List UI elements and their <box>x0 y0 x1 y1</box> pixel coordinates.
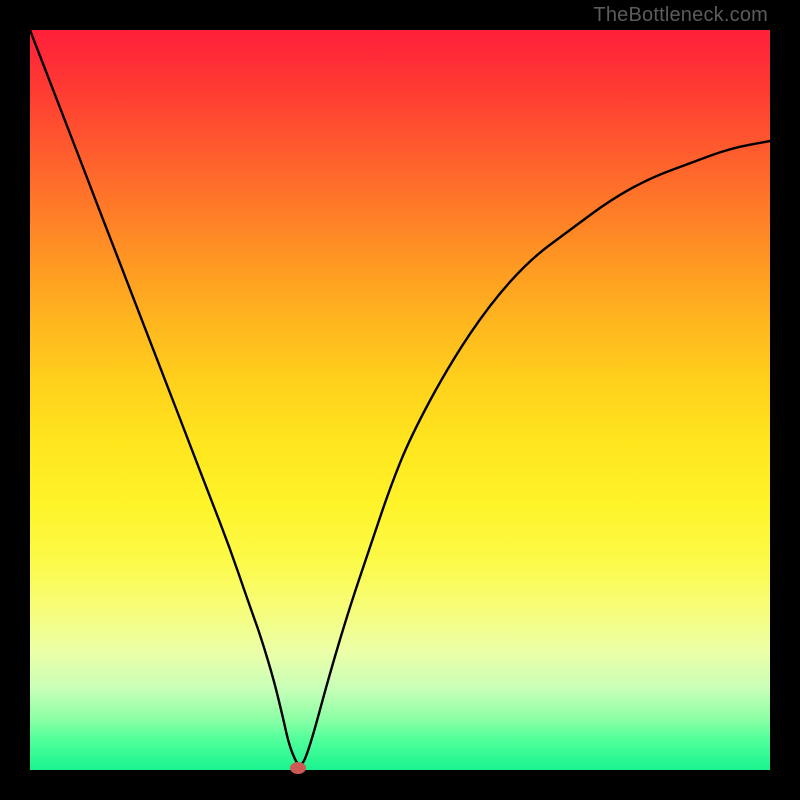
attribution-label: TheBottleneck.com <box>593 4 768 27</box>
min-bottleneck-marker <box>290 762 306 774</box>
chart-frame: TheBottleneck.com <box>0 0 800 800</box>
bottleneck-curve <box>30 30 770 770</box>
chart-plot-area <box>30 30 770 770</box>
